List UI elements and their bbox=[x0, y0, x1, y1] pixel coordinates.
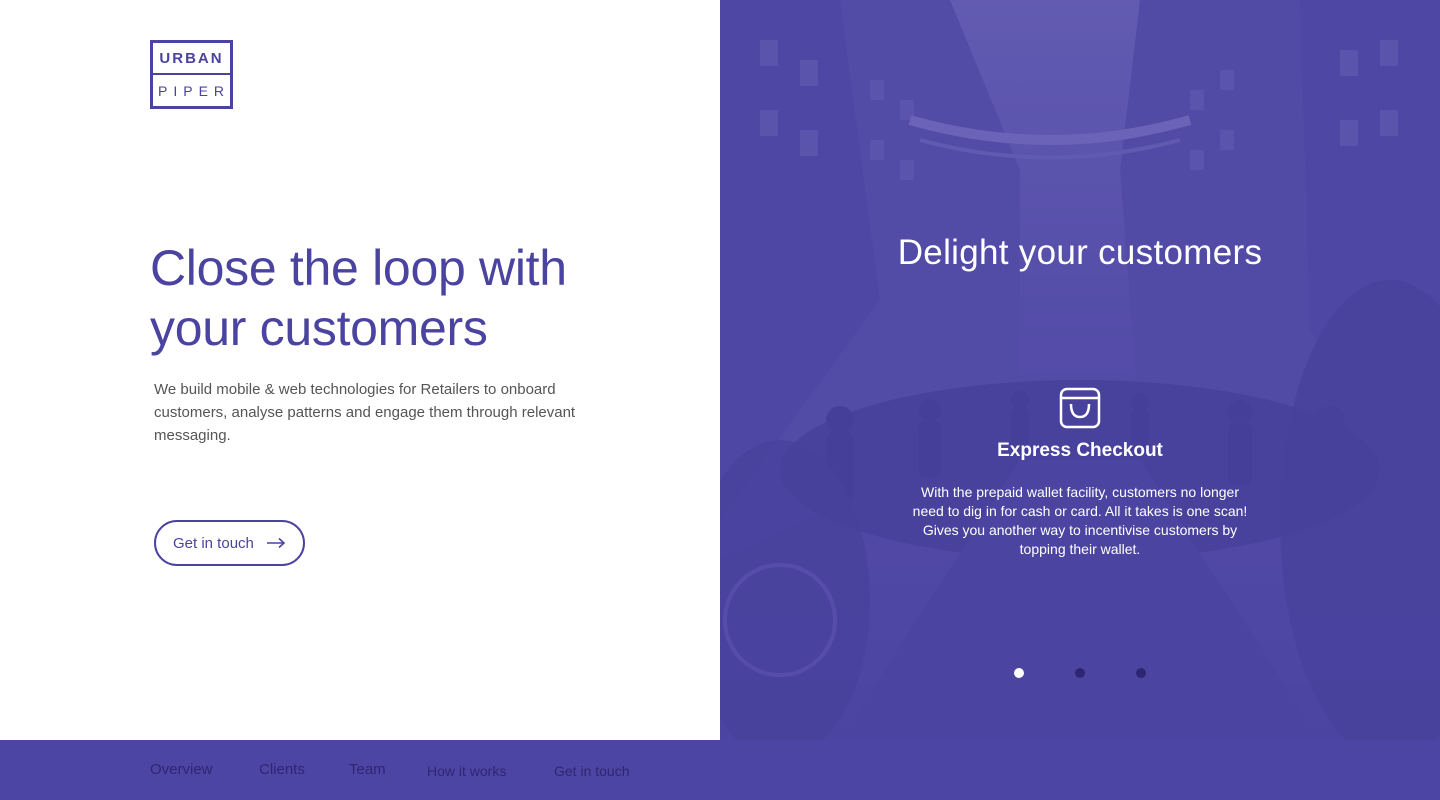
hero-headline: Close the loop with your customers bbox=[150, 240, 567, 356]
arrow-right-icon bbox=[266, 537, 286, 549]
logo-top-text: URBAN bbox=[153, 43, 230, 75]
nav-item-how-it-works[interactable]: How it works bbox=[427, 763, 506, 779]
feature-slider: Delight your customers Express Checkout … bbox=[720, 0, 1440, 740]
slider-dot-2[interactable] bbox=[1075, 668, 1085, 678]
landing-page: URBAN PIPER Close the loop with your cus… bbox=[0, 0, 1440, 800]
slider-dot-3[interactable] bbox=[1136, 668, 1146, 678]
feature-description: With the prepaid wallet facility, custom… bbox=[912, 484, 1248, 557]
nav-item-clients[interactable]: Clients bbox=[259, 761, 305, 778]
nav-item-get-in-touch[interactable]: Get in touch bbox=[554, 763, 630, 779]
nav-item-team[interactable]: Team bbox=[349, 761, 386, 778]
get-in-touch-button[interactable]: Get in touch bbox=[154, 520, 305, 566]
hero-subtext: We build mobile & web technologies for R… bbox=[154, 381, 576, 444]
logo-bottom-text: PIPER bbox=[158, 83, 231, 99]
cta-label: Get in touch bbox=[173, 534, 254, 552]
shopping-bag-icon bbox=[1059, 387, 1101, 429]
hero-panel: URBAN PIPER Close the loop with your cus… bbox=[0, 0, 720, 740]
feature-title: Express Checkout bbox=[997, 440, 1163, 461]
bottom-nav: Overview Clients Team How it works Get i… bbox=[0, 740, 1440, 800]
logo[interactable]: URBAN PIPER bbox=[150, 40, 233, 109]
purple-overlay bbox=[720, 0, 1440, 740]
nav-item-overview[interactable]: Overview bbox=[150, 761, 213, 778]
slider-pagination bbox=[1014, 668, 1146, 678]
slider-dot-1[interactable] bbox=[1014, 668, 1024, 678]
slider-title: Delight your customers bbox=[897, 233, 1263, 272]
